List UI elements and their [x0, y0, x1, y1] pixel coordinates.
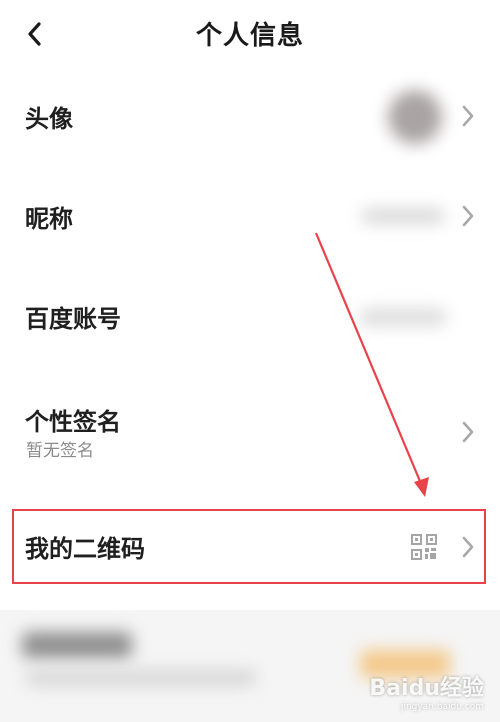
bottom-subtitle-placeholder: [26, 670, 256, 686]
row-avatar[interactable]: 头像: [0, 66, 500, 166]
row-my-qr-code[interactable]: 我的二维码: [0, 509, 500, 584]
back-button[interactable]: [16, 16, 52, 52]
watermark-logo: Baidu经验 jingyan.baidu.com: [369, 670, 484, 712]
row-label-baidu-account: 百度账号: [25, 304, 121, 333]
watermark-url: jingyan.baidu.com: [400, 702, 484, 712]
row-label-my-qr-code: 我的二维码: [25, 535, 145, 563]
chevron-right-icon: [462, 205, 474, 227]
watermark-brand: Baidu经验: [369, 676, 484, 701]
row-baidu-account[interactable]: 百度账号: [0, 266, 500, 366]
chevron-right-icon: [462, 421, 474, 443]
row-label-signature: 个性签名: [25, 408, 121, 436]
avatar: [388, 90, 442, 144]
bottom-title-placeholder: [22, 632, 132, 658]
qr-code-icon: [411, 534, 437, 560]
chevron-right-icon: [462, 536, 474, 558]
row-label-nickname: 昵称: [25, 204, 73, 233]
header-bar: 个人信息: [0, 0, 500, 66]
row-label-avatar: 头像: [25, 104, 73, 133]
account-value: [360, 308, 446, 326]
nickname-value: [362, 208, 444, 224]
chevron-left-icon: [28, 22, 41, 46]
page-title: 个人信息: [195, 20, 304, 51]
row-nickname[interactable]: 昵称: [0, 166, 500, 266]
signature-value: 暂无签名: [26, 441, 94, 461]
chevron-right-icon: [462, 105, 474, 127]
